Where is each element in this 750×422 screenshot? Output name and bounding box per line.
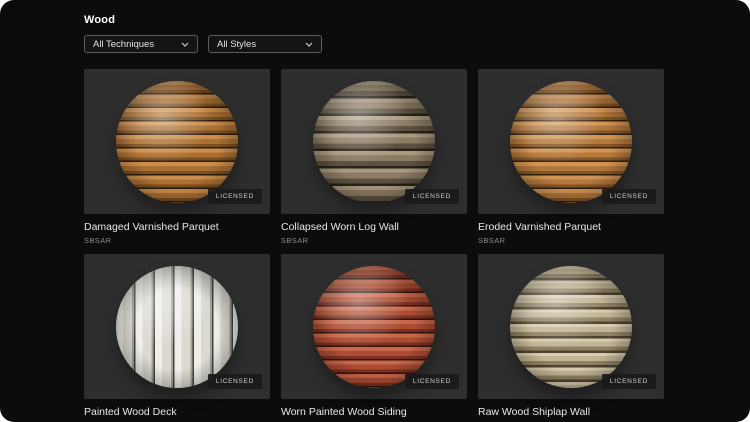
material-card[interactable]: LICENSED Eroded Varnished Parquet SBSAR	[478, 69, 664, 245]
material-name: Damaged Varnished Parquet	[84, 221, 219, 233]
licensed-badge: LICENSED	[601, 189, 656, 204]
material-thumbnail: LICENSED	[478, 254, 664, 399]
material-sphere-preview	[313, 265, 435, 388]
material-format: SBSAR	[281, 236, 309, 245]
licensed-badge: LICENSED	[404, 374, 459, 389]
material-sphere-preview	[510, 265, 632, 388]
material-format: SBSAR	[84, 236, 112, 245]
techniques-filter-label: All Techniques	[93, 38, 155, 50]
styles-filter-dropdown[interactable]: All Styles	[208, 35, 322, 53]
styles-filter-label: All Styles	[217, 38, 257, 50]
material-name: Eroded Varnished Parquet	[478, 221, 601, 233]
material-card[interactable]: LICENSED Damaged Varnished Parquet SBSAR	[84, 69, 270, 245]
material-name: Worn Painted Wood Siding	[281, 406, 407, 418]
material-name: Collapsed Worn Log Wall	[281, 221, 399, 233]
material-thumbnail: LICENSED	[281, 254, 467, 399]
material-thumbnail: LICENSED	[84, 69, 270, 214]
material-sphere-preview	[510, 80, 632, 203]
material-card[interactable]: LICENSED Collapsed Worn Log Wall SBSAR	[281, 69, 467, 245]
materials-grid: LICENSED Damaged Varnished Parquet SBSAR…	[84, 69, 666, 422]
material-thumbnail: LICENSED	[281, 69, 467, 214]
material-thumbnail: LICENSED	[84, 254, 270, 399]
material-sphere-preview	[116, 80, 238, 203]
material-thumbnail: LICENSED	[478, 69, 664, 214]
material-name: Raw Wood Shiplap Wall	[478, 406, 591, 418]
filter-bar: All Techniques All Styles	[84, 35, 666, 53]
assets-panel: Wood All Techniques All Styles LICENSED	[0, 0, 750, 422]
licensed-badge: LICENSED	[404, 189, 459, 204]
material-name: Painted Wood Deck	[84, 406, 177, 418]
material-card[interactable]: LICENSED Painted Wood Deck SBSAR	[84, 254, 270, 422]
licensed-badge: LICENSED	[207, 189, 262, 204]
chevron-down-icon	[305, 42, 313, 47]
licensed-badge: LICENSED	[207, 374, 262, 389]
wood-category-section: Wood All Techniques All Styles LICENSED	[84, 0, 666, 422]
material-card[interactable]: LICENSED Worn Painted Wood Siding SBSAR	[281, 254, 467, 422]
chevron-down-icon	[181, 42, 189, 47]
material-sphere-preview	[116, 265, 238, 388]
material-format: SBSAR	[478, 236, 506, 245]
material-card[interactable]: LICENSED Raw Wood Shiplap Wall SBSAR	[478, 254, 664, 422]
techniques-filter-dropdown[interactable]: All Techniques	[84, 35, 198, 53]
page-title: Wood	[84, 14, 116, 26]
material-sphere-preview	[313, 80, 435, 203]
licensed-badge: LICENSED	[601, 374, 656, 389]
